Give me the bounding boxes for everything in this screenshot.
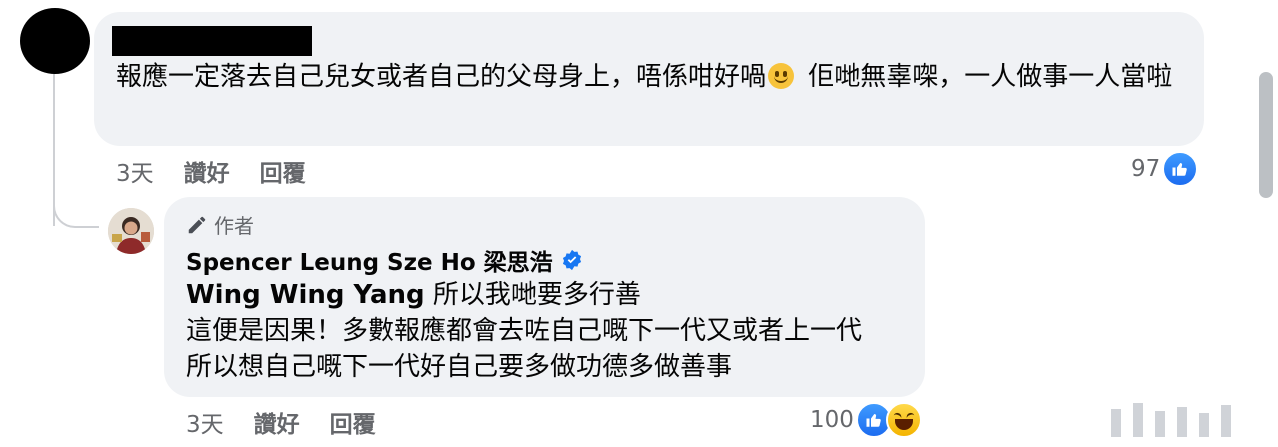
comment-reactions[interactable]: 97: [1131, 151, 1199, 187]
haha-icon: [885, 402, 922, 438]
comment-like-button[interactable]: 讚好: [184, 154, 230, 188]
reply-reply-button[interactable]: 回覆: [330, 405, 376, 439]
comment-meta-row: 3天 讚好 回覆: [116, 154, 336, 188]
thread-connector-curve: [53, 200, 99, 228]
redacted-commenter-name: [112, 26, 312, 56]
watermark: [1110, 402, 1232, 438]
reply-line-1-text: 所以我哋要多行善: [424, 280, 641, 310]
commenter-avatar[interactable]: [20, 8, 90, 74]
author-badge-label: 作者: [214, 214, 254, 238]
comment-reply-button[interactable]: 回覆: [260, 154, 306, 188]
reply-meta-row: 3天 讚好 回覆: [186, 405, 406, 439]
comment-text-part1: 報應一定落去自己兒女或者自己的父母身上，唔係咁好喎: [116, 62, 767, 92]
comment-reaction-count: 97: [1131, 156, 1161, 182]
reply-line-1: Wing Wing Yang 所以我哋要多行善: [186, 277, 916, 313]
comment-text: 報應一定落去自己兒女或者自己的父母身上，唔係咁好喎 佢哋無辜㗎，一人做事一人當啦: [116, 58, 1186, 96]
comment-text-part2: 佢哋無辜㗎，一人做事一人當啦: [800, 62, 1173, 92]
pen-icon: [188, 216, 206, 233]
scrollbar-thumb[interactable]: [1259, 72, 1273, 198]
verified-badge-icon: [562, 249, 581, 271]
comment-timestamp[interactable]: 3天: [116, 154, 154, 188]
reply-line-2: 這便是因果！多數報應都會去咗自己嘅下一代又或者上一代: [186, 316, 863, 346]
reply-reaction-count: 100: [810, 407, 854, 433]
reply-line-3: 所以想自己嘅下一代好自己要多做功德多做善事: [186, 352, 733, 382]
reply-reactions[interactable]: 100: [810, 402, 922, 438]
like-icon: [1162, 151, 1199, 187]
author-avatar[interactable]: [108, 208, 154, 254]
reply-timestamp[interactable]: 3天: [186, 405, 224, 439]
author-badge: 作者: [186, 210, 254, 239]
mention-link[interactable]: Wing Wing Yang: [186, 280, 425, 310]
reply-author-name[interactable]: Spencer Leung Sze Ho 梁思浩: [186, 243, 553, 277]
reply-text: Wing Wing Yang 所以我哋要多行善 這便是因果！多數報應都會去咗自己…: [186, 277, 916, 385]
reply-author-name-row: Spencer Leung Sze Ho 梁思浩: [186, 243, 583, 277]
reply-like-button[interactable]: 讚好: [254, 405, 300, 439]
smile-emoji-icon: [768, 63, 795, 89]
